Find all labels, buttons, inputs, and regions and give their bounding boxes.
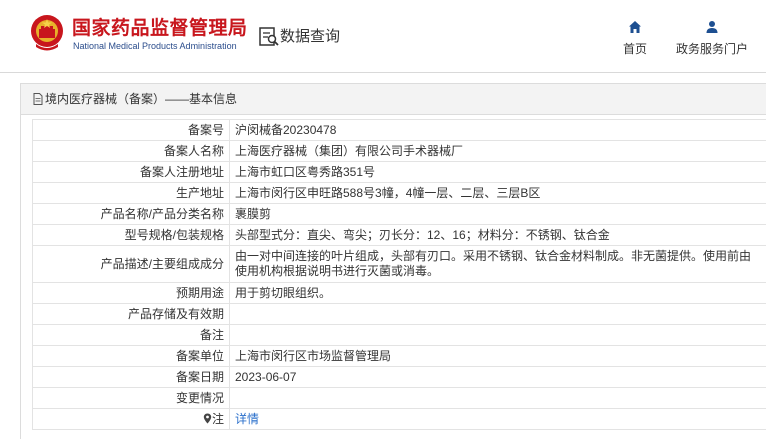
row-value: 上海市虹口区粤秀路351号	[230, 162, 766, 183]
row-label: 变更情况	[33, 388, 230, 409]
row-label: 备案号	[33, 120, 230, 141]
row-label: 注	[212, 412, 224, 426]
row-label: 型号规格/包装规格	[33, 225, 230, 246]
row-label: 备注	[33, 325, 230, 346]
data-query-icon[interactable]	[258, 25, 280, 47]
org-name-en: National Medical Products Administration	[73, 41, 237, 51]
row-label: 产品描述/主要组成成分	[33, 246, 230, 283]
panel-title-text: 境内医疗器械（备案）——基本信息	[45, 92, 237, 106]
location-pin-icon	[203, 413, 212, 424]
table-row: 产品存储及有效期	[33, 304, 766, 325]
row-label: 备案人名称	[33, 141, 230, 162]
table-row: 备案人名称 上海医疗器械（集团）有限公司手术器械厂	[33, 141, 766, 162]
row-value: 沪闵械备20230478	[230, 120, 766, 141]
table-row: 注 详情	[33, 409, 766, 430]
document-icon	[33, 93, 43, 105]
row-value: 头部型式分：直尖、弯尖；刃长分：12、16；材料分：不锈钢、钛合金	[230, 225, 766, 246]
data-query-link[interactable]: 数据查询	[280, 25, 340, 46]
table-row: 备案日期 2023-06-07	[33, 367, 766, 388]
table-row: 备注	[33, 325, 766, 346]
nav-home-label: 首页	[623, 42, 647, 56]
nav-service-portal-label: 政务服务门户	[676, 42, 748, 56]
row-label: 备案日期	[33, 367, 230, 388]
panel-title: 境内医疗器械（备案）——基本信息	[21, 84, 766, 115]
home-icon	[628, 20, 642, 34]
org-name-cn: 国家药品监督管理局	[72, 13, 248, 40]
row-value: 上海市闵行区申旺路588号3幢，4幢一层、二层、三层B区	[230, 183, 766, 204]
row-label: 生产地址	[33, 183, 230, 204]
row-value	[230, 388, 766, 409]
details-link[interactable]: 详情	[235, 412, 259, 426]
table-row: 生产地址 上海市闵行区申旺路588号3幢，4幢一层、二层、三层B区	[33, 183, 766, 204]
table-row: 产品描述/主要组成成分 由一对中间连接的叶片组成，头部有刃口。采用不锈钢、钛合金…	[33, 246, 766, 283]
table-row: 备案人注册地址 上海市虹口区粤秀路351号	[33, 162, 766, 183]
site-header: 国家药品监督管理局 National Medical Products Admi…	[0, 0, 766, 73]
row-value	[230, 325, 766, 346]
table-row: 备案单位 上海市闵行区市场监督管理局	[33, 346, 766, 367]
row-label: 备案人注册地址	[33, 162, 230, 183]
row-value: 裹膜剪	[230, 204, 766, 225]
row-label: 产品存储及有效期	[33, 304, 230, 325]
row-label: 产品名称/产品分类名称	[33, 204, 230, 225]
row-value: 由一对中间连接的叶片组成，头部有刃口。采用不锈钢、钛合金材料制成。非无菌提供。使…	[230, 246, 766, 283]
row-value: 上海市闵行区市场监督管理局	[230, 346, 766, 367]
row-value: 2023-06-07	[230, 367, 766, 388]
table-row: 预期用途 用于剪切眼组织。	[33, 283, 766, 304]
row-value: 用于剪切眼组织。	[230, 283, 766, 304]
row-label: 预期用途	[33, 283, 230, 304]
basic-info-panel: 境内医疗器械（备案）——基本信息 备案号 沪闵械备20230478 备案人名称 …	[20, 83, 766, 439]
row-label: 备案单位	[33, 346, 230, 367]
table-row: 变更情况	[33, 388, 766, 409]
info-table: 备案号 沪闵械备20230478 备案人名称 上海医疗器械（集团）有限公司手术器…	[32, 119, 766, 430]
row-value	[230, 304, 766, 325]
table-row: 产品名称/产品分类名称 裹膜剪	[33, 204, 766, 225]
table-row: 备案号 沪闵械备20230478	[33, 120, 766, 141]
nav-home[interactable]: 首页	[620, 20, 650, 57]
row-value: 详情	[230, 409, 766, 430]
table-row: 型号规格/包装规格 头部型式分：直尖、弯尖；刃长分：12、16；材料分：不锈钢、…	[33, 225, 766, 246]
row-label-note: 注	[33, 409, 230, 430]
user-icon	[705, 20, 719, 34]
nav-service-portal[interactable]: 政务服务门户	[672, 20, 752, 57]
national-emblem-icon	[30, 14, 64, 52]
row-value: 上海医疗器械（集团）有限公司手术器械厂	[230, 141, 766, 162]
